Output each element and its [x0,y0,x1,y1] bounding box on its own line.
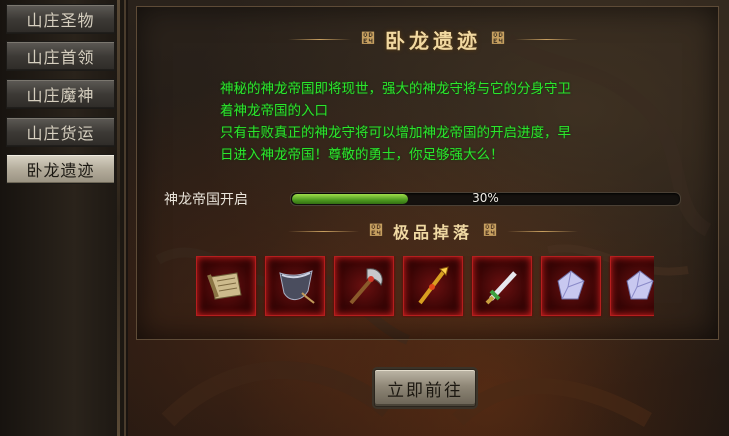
swirl-ornament-icon: ෤ [369,223,383,239]
go-now-button[interactable]: 立即前往 [374,369,476,407]
sidebar: 山庄圣物 山庄首领 山庄魔神 山庄货运 卧龙遗迹 [0,0,126,436]
scroll-icon [207,272,242,300]
crystal-icon [626,270,654,300]
drop-item-slot[interactable] [334,256,394,316]
progress-label: 神龙帝国开启 [164,192,248,208]
drop-item-slot[interactable] [196,256,256,316]
tab-wolong-ruins[interactable]: 卧龙遗迹 [6,154,115,184]
swirl-ornament-icon: ෤ [491,31,505,47]
progress-text: 30% [472,191,499,205]
description-line: 日进入神龙帝国！尊敬的勇士，你足够强大么！ [220,147,504,163]
cloth-bag-icon [279,270,315,304]
drop-items-list [196,256,654,318]
progress-bar: 30% [290,191,681,206]
main-panel: ෤ 卧龙遗迹 ෤ 神秘的神龙帝国即将现世，强大的神龙守将与它的分身守卫 着神龙帝… [128,0,729,436]
drops-header: ෤ 极品掉落 ෤ [288,218,579,244]
drop-item-slot[interactable] [265,256,325,316]
tab-shanzhuang-cargo[interactable]: 山庄货运 [6,117,115,147]
divider [288,38,351,40]
tab-shanzhuang-boss[interactable]: 山庄首领 [6,41,115,71]
drop-item-slot[interactable] [403,256,463,316]
description: 神秘的神龙帝国即将现世，强大的神龙守将与它的分身守卫 着神龙帝国的入口 只有击败… [220,78,650,166]
tab-shanzhuang-relic[interactable]: 山庄圣物 [6,4,115,34]
sword-icon [485,271,517,305]
drop-item-slot[interactable] [610,256,654,316]
swirl-ornament-icon: ෤ [361,31,375,47]
swirl-ornament-icon: ෤ [483,223,498,239]
drops-title: 极品掉落 [393,223,474,242]
title-row: ෤ 卧龙遗迹 ෤ [288,24,578,54]
crystal-icon [557,270,585,300]
battle-axe-icon [349,268,383,305]
divider [515,38,578,40]
divider [507,230,579,232]
page-title: 卧龙遗迹 [385,28,481,53]
drop-item-slot[interactable] [472,256,532,316]
description-line: 只有击败真正的神龙守将可以增加神龙帝国的开启进度，早 [220,125,571,141]
divider [288,230,359,232]
golden-staff-icon [418,266,449,305]
drop-item-slot[interactable] [541,256,601,316]
description-line: 神秘的神龙帝国即将现世，强大的神龙守将与它的分身守卫 [220,81,571,97]
tab-shanzhuang-demon[interactable]: 山庄魔神 [6,79,115,109]
description-line: 着神龙帝国的入口 [220,103,328,119]
